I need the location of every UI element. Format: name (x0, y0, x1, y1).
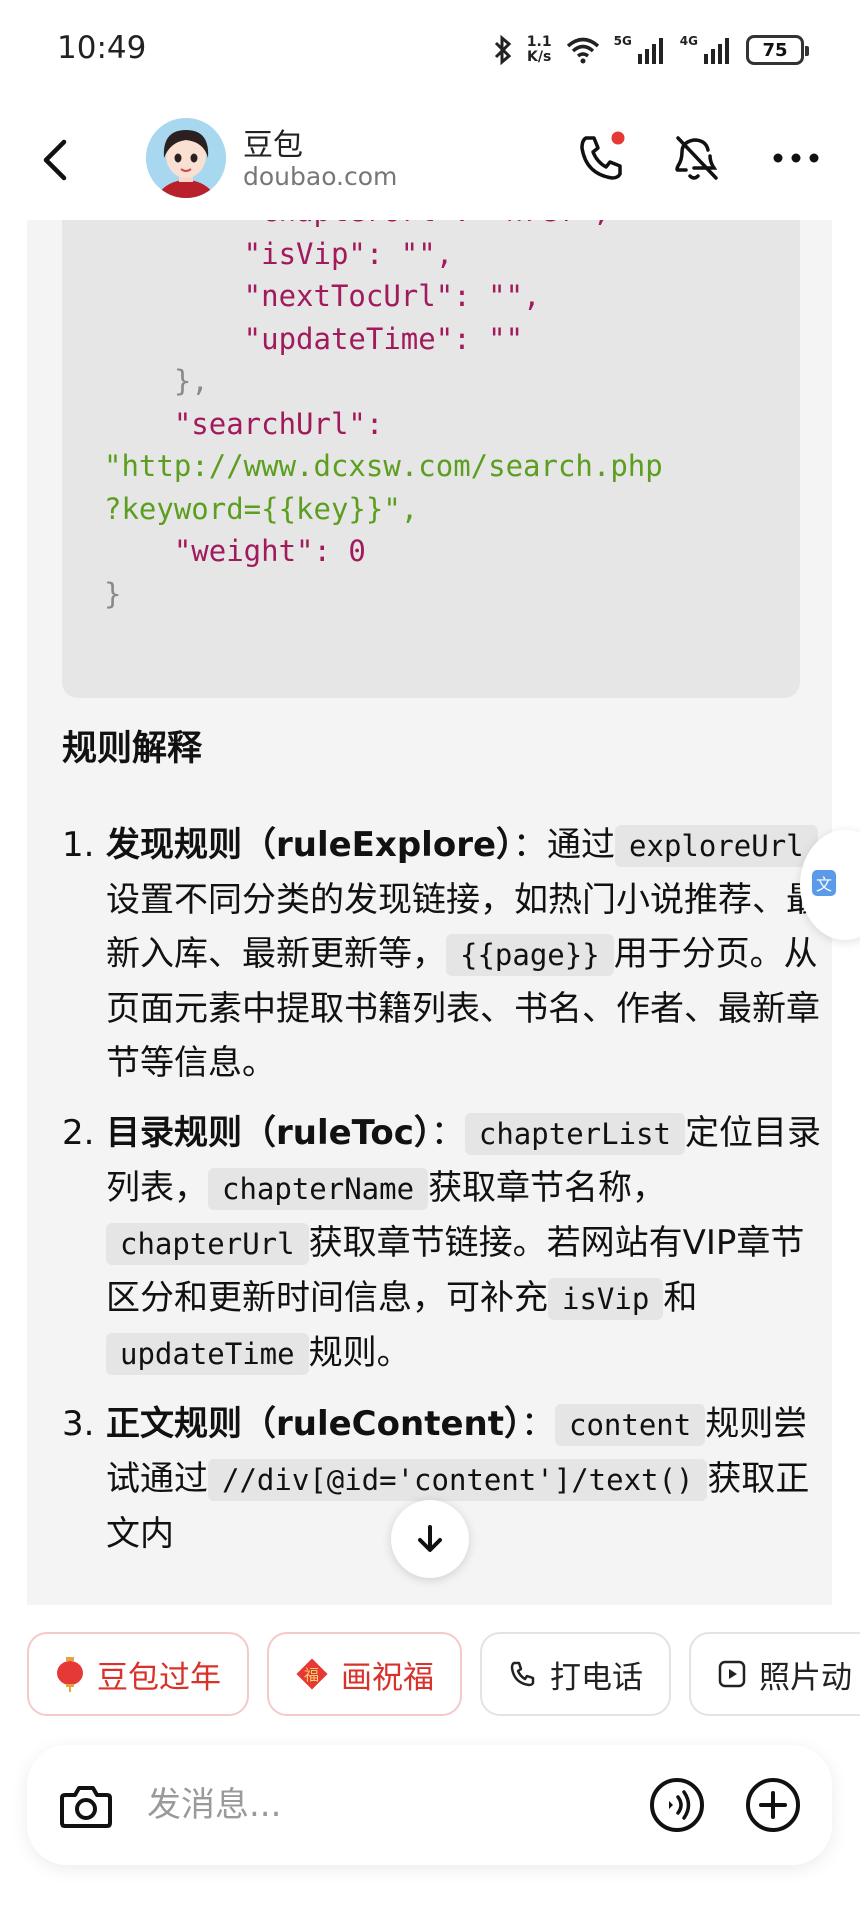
play-icon (718, 1660, 746, 1688)
inline-code: {{page}} (446, 934, 614, 976)
signal-4g-label: 4G (679, 34, 698, 48)
voice-icon[interactable] (647, 1775, 707, 1835)
chip-photo-animate[interactable]: 照片动 (689, 1632, 860, 1716)
chip-label: 豆包过年 (97, 1659, 221, 1696)
bot-name: 豆包 (243, 128, 303, 163)
message-input-bar (27, 1745, 832, 1865)
code-line: "weight": 0 (104, 534, 366, 568)
chip-draw-blessing[interactable]: 福 画祝福 (267, 1632, 462, 1716)
chip-label: 照片动 (759, 1659, 852, 1696)
chat-header: 豆包 doubao.com (0, 100, 860, 220)
inline-code: isVip (548, 1278, 664, 1320)
code-line: "searchUrl": (104, 406, 384, 441)
status-icons: 1.1 K/s 5G 4G 75 (493, 30, 809, 70)
code-line: ?keyword={{key}}", (104, 491, 419, 526)
inline-code: chapterName (208, 1168, 429, 1210)
inline-code: updateTime (106, 1333, 309, 1375)
rules-list: 1. 发现规则（ruleExplore）：通过 exploreUrl设置不同分类的… (62, 818, 822, 1577)
wifi-icon (566, 37, 599, 64)
inline-code: //div[@id='content']/text() (208, 1459, 708, 1501)
bluetooth-icon (494, 34, 511, 66)
phone-icon (510, 1661, 535, 1687)
fu-icon: 福 (296, 1658, 328, 1690)
chip-make-call[interactable]: 打电话 (480, 1632, 671, 1716)
list-number: 2. (62, 1113, 95, 1153)
camera-icon[interactable] (57, 1777, 115, 1835)
code-block: "chapterUrl": "href", "isVip": "", "next… (62, 220, 800, 698)
rule-title: 发现规则（ruleExplore） (106, 825, 514, 865)
signal-5g-icon (637, 38, 663, 64)
status-bar: 10:49 1.1 K/s 5G 4G 75 (0, 0, 860, 100)
code-line: } (104, 576, 122, 611)
inline-code: exploreUrl (615, 825, 818, 867)
chip-label: 打电话 (550, 1659, 643, 1696)
section-title: 规则解释 (62, 729, 203, 769)
code-text: "chapterUrl": "href", "isVip": "", "next… (104, 220, 800, 615)
signal-4g-icon (704, 38, 729, 64)
inline-code: content (554, 1404, 706, 1446)
svg-text:福: 福 (304, 1666, 319, 1684)
rule-title: 正文规则（ruleContent） (106, 1404, 521, 1444)
scroll-down-button[interactable] (391, 1500, 469, 1578)
plus-icon[interactable] (743, 1775, 803, 1835)
bot-domain: doubao.com (243, 162, 398, 191)
phone-icon[interactable] (572, 128, 632, 188)
back-icon[interactable] (32, 130, 82, 190)
lantern-icon (57, 1657, 83, 1692)
rule-title: 目录规则（ruleToc） (106, 1113, 431, 1153)
mute-icon[interactable] (666, 128, 726, 188)
chat-message: "chapterUrl": "href", "isVip": "", "next… (27, 220, 832, 1605)
list-item: 1. 发现规则（ruleExplore）：通过 exploreUrl设置不同分类的… (62, 818, 822, 1090)
translate-icon: 文 (812, 870, 836, 896)
code-line: "nextTocUrl": "", (104, 279, 541, 313)
message-input[interactable] (147, 1775, 527, 1835)
avatar[interactable] (146, 118, 226, 198)
code-line: "updateTime": "" (104, 321, 524, 356)
list-item: 2. 目录规则（ruleToc）： chapterList 定位目录列表， chapt… (62, 1106, 822, 1381)
code-line: }, (104, 364, 209, 398)
battery-icon: 75 (746, 35, 809, 65)
signal-5g-label: 5G (613, 34, 632, 48)
code-line: "chapterUrl": "href", (104, 220, 611, 228)
suggestion-chips: 豆包过年 福 画祝福 打电话 照片动 (27, 1632, 860, 1716)
code-line: "http://www.dcxsw.com/search.php (104, 449, 663, 483)
chip-doubao-new-year[interactable]: 豆包过年 (27, 1632, 249, 1716)
arrow-down-icon (418, 1525, 442, 1552)
network-speed: 1.1 K/s (526, 34, 552, 65)
inline-code: chapterList (464, 1113, 685, 1155)
list-number: 3. (62, 1404, 95, 1444)
svg-text:文: 文 (816, 875, 832, 894)
inline-code: chapterUrl (106, 1223, 309, 1265)
code-line: "isVip": "", (104, 236, 454, 271)
status-time: 10:49 (57, 30, 147, 66)
chip-label: 画祝福 (341, 1659, 434, 1696)
more-icon[interactable] (766, 128, 826, 188)
list-number: 1. (62, 825, 95, 865)
